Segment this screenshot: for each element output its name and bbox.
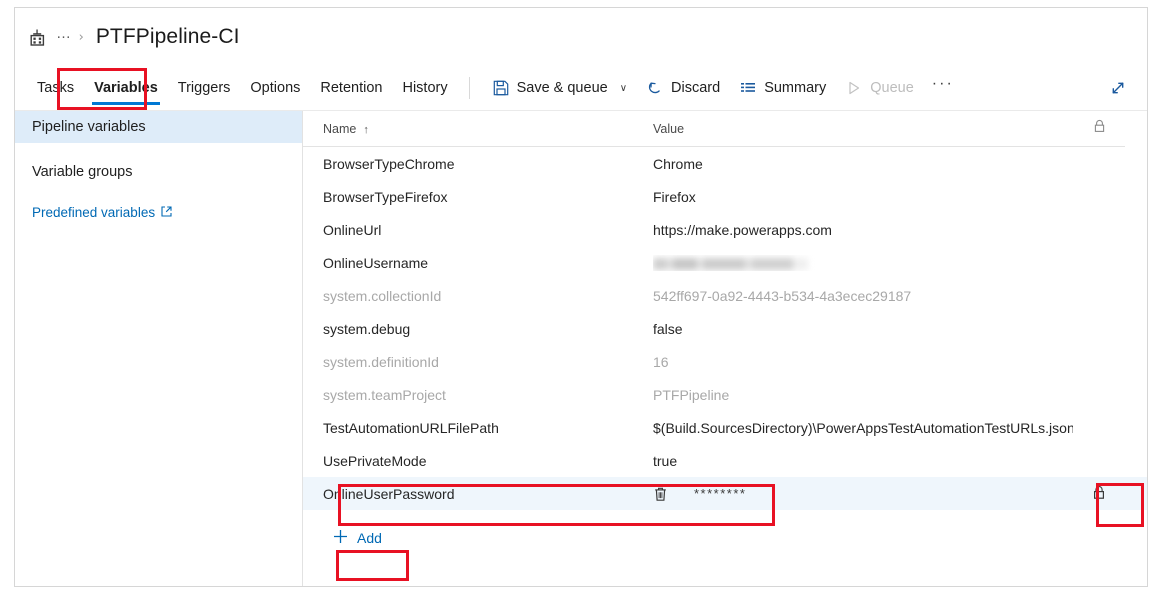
tab-tasks[interactable]: Tasks: [27, 66, 84, 111]
table-row[interactable]: system.debug false: [303, 312, 1125, 345]
column-header-name[interactable]: Name ↑: [323, 122, 653, 136]
editor-body: Pipeline variables Variable groups Prede…: [15, 111, 1147, 586]
sidebar: Pipeline variables Variable groups Prede…: [15, 111, 303, 586]
variable-value-cell[interactable]: [653, 255, 1073, 271]
variables-grid: Name ↑ Value BrowserTypeChrome Chrome Br…: [303, 111, 1147, 552]
trash-icon[interactable]: [653, 486, 668, 502]
lock-icon: [1093, 119, 1106, 138]
predefined-variables-link[interactable]: Predefined variables: [15, 199, 302, 225]
table-row[interactable]: system.definitionId 16: [303, 345, 1125, 378]
tab-history[interactable]: History: [392, 66, 457, 111]
variable-value-cell[interactable]: Firefox: [653, 189, 1073, 205]
breadcrumb-chevron-icon: ›: [78, 29, 84, 45]
sidebar-item-label: Pipeline variables: [32, 119, 146, 135]
command-bar-separator: [468, 77, 470, 99]
play-icon: [846, 80, 862, 96]
pipeline-editor-window: … › PTFPipeline-CI Tasks Variables Trigg…: [14, 7, 1148, 587]
save-and-queue-label: Save & queue: [516, 80, 608, 96]
sidebar-item-pipeline-variables[interactable]: Pipeline variables: [15, 111, 302, 143]
external-link-icon: [161, 205, 172, 220]
save-icon: [493, 80, 509, 96]
tab-triggers[interactable]: Triggers: [168, 66, 241, 111]
table-row[interactable]: TestAutomationURLFilePath $(Build.Sources…: [303, 411, 1125, 444]
column-header-value[interactable]: Value: [653, 122, 1073, 136]
variable-value-cell[interactable]: https://make.powerapps.com: [653, 222, 1073, 238]
breadcrumb-ellipsis[interactable]: …: [56, 26, 73, 45]
table-row[interactable]: system.teamProject PTFPipeline: [303, 378, 1125, 411]
variable-value-cell[interactable]: $(Build.SourcesDirectory)\PowerAppsTestA…: [653, 420, 1073, 436]
add-variable-button[interactable]: Add: [323, 524, 394, 552]
table-row[interactable]: OnlineUsername: [303, 246, 1125, 279]
variable-value-cell[interactable]: 16: [653, 354, 1073, 370]
variable-name-cell[interactable]: system.teamProject: [323, 387, 653, 403]
plus-icon: [333, 529, 348, 547]
variable-value-cell[interactable]: Chrome: [653, 156, 1073, 172]
grid-header-row: Name ↑ Value: [303, 111, 1125, 147]
summary-button[interactable]: Summary: [730, 66, 836, 111]
variable-name-cell[interactable]: TestAutomationURLFilePath: [323, 420, 653, 436]
lock-closed-icon: [1092, 485, 1106, 503]
redacted-value: [653, 257, 808, 270]
masked-value: ********: [694, 486, 747, 501]
variable-name-cell[interactable]: system.definitionId: [323, 354, 653, 370]
tab-options[interactable]: Options: [240, 66, 310, 111]
command-bar: Tasks Variables Triggers Options Retenti…: [15, 66, 1147, 111]
summary-icon: [740, 80, 756, 96]
table-row[interactable]: BrowserTypeChrome Chrome: [303, 147, 1125, 180]
table-row[interactable]: system.collectionId 542ff697-0a92-4443-b5…: [303, 279, 1125, 312]
add-variable-label: Add: [357, 530, 382, 546]
sort-ascending-icon: ↑: [363, 123, 369, 136]
discard-label: Discard: [671, 80, 721, 96]
table-row[interactable]: BrowserTypeFirefox Firefox: [303, 180, 1125, 213]
build-pipeline-icon: [28, 28, 46, 46]
variable-name-cell[interactable]: OnlineUserPassword: [323, 486, 653, 502]
variable-name-cell[interactable]: BrowserTypeChrome: [323, 156, 653, 172]
summary-label: Summary: [764, 80, 827, 96]
predefined-variables-label: Predefined variables: [32, 204, 156, 220]
tab-retention[interactable]: Retention: [310, 66, 392, 111]
breadcrumb: … › PTFPipeline-CI: [15, 8, 1147, 66]
variable-name-cell[interactable]: OnlineUrl: [323, 222, 653, 238]
variable-name-cell[interactable]: BrowserTypeFirefox: [323, 189, 653, 205]
table-row[interactable]: UsePrivateMode true: [303, 444, 1125, 477]
command-bar-overflow-button[interactable]: ···: [924, 76, 962, 96]
grid-rows: BrowserTypeChrome Chrome BrowserTypeFirefo…: [303, 147, 1147, 477]
variable-value-cell[interactable]: ********: [653, 486, 1073, 502]
variable-name-cell[interactable]: UsePrivateMode: [323, 453, 653, 469]
save-and-queue-button[interactable]: Save & queue ∨: [483, 66, 637, 111]
row-lock-toggle[interactable]: [1073, 485, 1125, 503]
add-row-container: Add: [323, 524, 1147, 552]
undo-icon: [647, 80, 663, 96]
main-content: Name ↑ Value BrowserTypeChrome Chrome Br…: [303, 111, 1147, 586]
discard-button[interactable]: Discard: [637, 66, 730, 111]
sidebar-item-label: Variable groups: [32, 164, 133, 180]
variable-value-cell[interactable]: 542ff697-0a92-4443-b534-4a3ecec29187: [653, 288, 1073, 304]
column-header-lock: [1073, 119, 1125, 138]
variable-name-cell[interactable]: system.debug: [323, 321, 653, 337]
variable-value-cell[interactable]: PTFPipeline: [653, 387, 1073, 403]
variable-name-cell[interactable]: OnlineUsername: [323, 255, 653, 271]
variable-value-cell[interactable]: true: [653, 453, 1073, 469]
queue-label: Queue: [870, 80, 914, 96]
sidebar-item-variable-groups[interactable]: Variable groups: [15, 156, 302, 188]
tab-variables[interactable]: Variables: [84, 66, 168, 111]
chevron-down-icon[interactable]: ∨: [620, 83, 627, 94]
queue-button[interactable]: Queue: [836, 66, 924, 111]
screenshot-root: … › PTFPipeline-CI Tasks Variables Trigg…: [0, 0, 1170, 601]
column-header-name-label: Name: [323, 121, 357, 136]
expand-icon[interactable]: [1109, 79, 1127, 97]
variable-value-cell[interactable]: false: [653, 321, 1073, 337]
page-title: PTFPipeline-CI: [95, 25, 240, 48]
table-row[interactable]: OnlineUrl https://make.powerapps.com: [303, 213, 1125, 246]
variable-name-cell[interactable]: system.collectionId: [323, 288, 653, 304]
table-row-online-user-password[interactable]: OnlineUserPassword ********: [303, 477, 1147, 510]
